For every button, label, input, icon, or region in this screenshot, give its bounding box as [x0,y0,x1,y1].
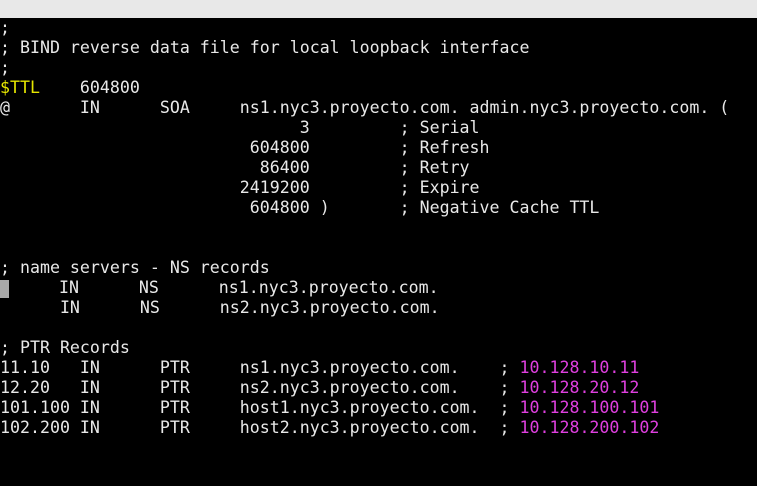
comment-line: ; [0,58,757,78]
line-text: @ IN SOA ns1.nyc3.proyecto.com. admin.ny… [0,98,730,117]
editor-buffer[interactable]: ; ; BIND reverse data file for local loo… [0,18,757,438]
ptr-record-line: 11.10 IN PTR ns1.nyc3.proyecto.com. ; 10… [0,358,757,378]
negative-cache-line: 604800 ) ; Negative Cache TTL [0,198,757,218]
ns2-record-line: IN NS ns2.nyc3.proyecto.com. [0,298,757,318]
refresh-line: 604800 ; Refresh [0,138,757,158]
ttl-value: 604800 [39,78,140,97]
line-text: ; name servers - NS records [0,258,270,277]
ptr-record-text: 101.100 IN PTR host1.nyc3.proyecto.com. … [0,398,520,417]
ns1-record-line: IN NS ns1.nyc3.proyecto.com. [0,278,757,298]
line-text: IN NS ns1.nyc3.proyecto.com. [9,278,439,297]
ptr-comment-line: ; PTR Records [0,338,757,358]
ptr-record-line: 12.20 IN PTR ns2.nyc3.proyecto.com. ; 10… [0,378,757,398]
ttl-directive: $TTL [0,78,40,97]
ttl-line: $TTL 604800 [0,78,757,98]
line-text: ; BIND reverse data file for local loopb… [0,38,530,57]
comment-line: ; [0,18,757,38]
ptr-ip-comment: 10.128.10.11 [519,358,640,377]
serial-line: 3 ; Serial [0,118,757,138]
line-text: ; [0,18,10,37]
line-text: 604800 ; Refresh [0,138,490,157]
line-text: ; PTR Records [0,338,130,357]
line-text: 86400 ; Retry [0,158,470,177]
ptr-record-text: 12.20 IN PTR ns2.nyc3.proyecto.com. ; [0,378,520,397]
ptr-record-text: 11.10 IN PTR ns1.nyc3.proyecto.com. ; [0,358,520,377]
line-text: 604800 ) ; Negative Cache TTL [0,198,600,217]
line-text: IN NS ns2.nyc3.proyecto.com. [0,298,440,317]
comment-line: ; BIND reverse data file for local loopb… [0,38,757,58]
ptr-ip-comment: 10.128.20.12 [519,378,640,397]
nano-titlebar: GNU nano 4.8 /etc/bind/zones/db.10.128 [0,0,757,54]
ns-comment-line: ; name servers - NS records [0,258,757,278]
line-text: ; [0,58,10,77]
soa-line: @ IN SOA ns1.nyc3.proyecto.com. admin.ny… [0,98,757,118]
line-text: 3 ; Serial [0,118,480,137]
ptr-ip-comment: 10.128.100.101 [519,398,660,417]
line-text: 2419200 ; Expire [0,178,480,197]
ptr-ip-comment: 10.128.200.102 [519,418,660,437]
retry-line: 86400 ; Retry [0,158,757,178]
ptr-record-line: 101.100 IN PTR host1.nyc3.proyecto.com. … [0,398,757,418]
expire-line: 2419200 ; Expire [0,178,757,198]
ptr-record-line: 102.200 IN PTR host2.nyc3.proyecto.com. … [0,418,757,438]
text-cursor[interactable] [0,279,9,298]
ptr-record-text: 102.200 IN PTR host2.nyc3.proyecto.com. … [0,418,520,437]
